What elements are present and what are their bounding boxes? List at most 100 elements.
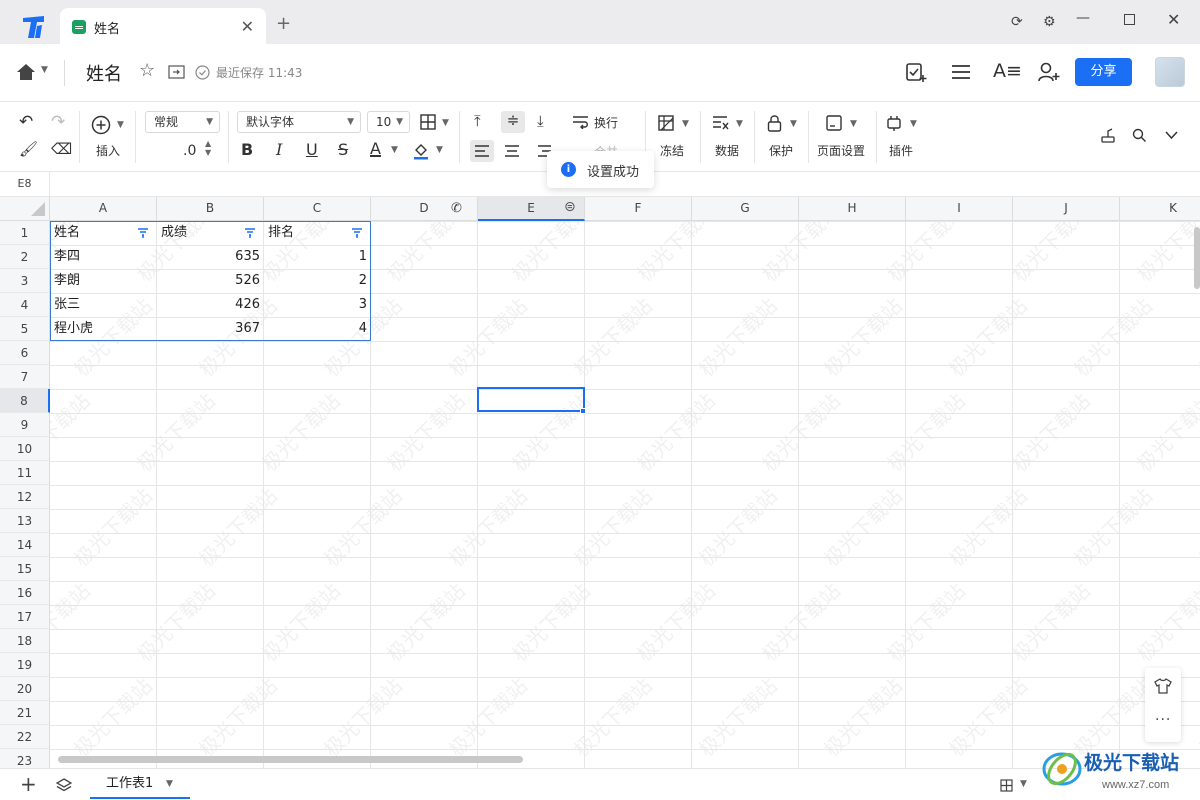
align-bottom-icon[interactable]: ⤓	[537, 112, 544, 130]
align-middle-icon[interactable]: ≑	[501, 111, 525, 133]
search-icon[interactable]	[1132, 128, 1147, 143]
insert-chevron-icon[interactable]: ▼	[117, 120, 124, 130]
wrap-text-label[interactable]: 换行	[594, 114, 618, 131]
column-header-i[interactable]: I	[906, 197, 1013, 221]
clear-format-icon[interactable]: ⌫	[51, 140, 72, 158]
insert-icon[interactable]	[91, 115, 111, 135]
row-header-18[interactable]: 18	[0, 629, 50, 653]
protect-label[interactable]: 保护	[769, 142, 793, 159]
row-header-20[interactable]: 20	[0, 677, 50, 701]
row-header-22[interactable]: 22	[0, 725, 50, 749]
horizontal-scrollbar[interactable]	[58, 756, 523, 763]
row-header-12[interactable]: 12	[0, 485, 50, 509]
row-header-5[interactable]: 5	[0, 317, 50, 341]
font-color-button[interactable]: A	[370, 140, 381, 158]
column-header-g[interactable]: G	[692, 197, 799, 221]
row-header-23[interactable]: 23	[0, 749, 50, 768]
view-mode-icon[interactable]	[1000, 779, 1013, 792]
close-window-icon[interactable]: ✕	[1167, 12, 1180, 28]
collapse-toolbar-chevron-icon[interactable]	[1165, 131, 1178, 140]
page-setup-label[interactable]: 页面设置	[817, 142, 865, 159]
number-format-select[interactable]: 常规 ▼	[145, 111, 220, 133]
vertical-scrollbar[interactable]	[1194, 227, 1200, 289]
plugin-label[interactable]: 插件	[889, 142, 913, 159]
font-size-select[interactable]: 10 ▼	[367, 111, 410, 133]
row-header-15[interactable]: 15	[0, 557, 50, 581]
row-header-19[interactable]: 19	[0, 653, 50, 677]
data-chevron-icon[interactable]: ▼	[736, 119, 743, 129]
row-header-17[interactable]: 17	[0, 605, 50, 629]
new-tab-button[interactable]: +	[276, 15, 291, 33]
decimal-stepper-icon[interactable]: ▲ ▼	[205, 139, 211, 157]
plugin-chevron-icon[interactable]: ▼	[910, 119, 917, 129]
row-header-7[interactable]: 7	[0, 365, 50, 389]
table-cell[interactable]: 程小虎	[50, 317, 157, 341]
add-collaborator-icon[interactable]	[1038, 61, 1060, 83]
row-header-13[interactable]: 13	[0, 509, 50, 533]
avatar[interactable]	[1155, 57, 1185, 87]
page-setup-icon[interactable]	[826, 115, 842, 131]
maximize-icon[interactable]	[1124, 14, 1135, 25]
row-header-14[interactable]: 14	[0, 533, 50, 557]
row-header-6[interactable]: 6	[0, 341, 50, 365]
row-header-21[interactable]: 21	[0, 701, 50, 725]
table-cell[interactable]: 2	[264, 269, 371, 293]
spreadsheet-grid[interactable]: 极光下载站 极光下载站 极光下载站 极光下载站 极光下载站 极光下载站 极光下载站 极光下载站…	[0, 197, 1200, 768]
protect-chevron-icon[interactable]: ▼	[790, 119, 797, 129]
table-cell[interactable]: 李四	[50, 245, 157, 269]
filter-icon[interactable]	[137, 227, 149, 239]
freeze-icon[interactable]	[658, 115, 674, 131]
row-header-16[interactable]: 16	[0, 581, 50, 605]
fill-color-chevron-icon[interactable]: ▼	[436, 145, 443, 155]
column-header-a[interactable]: A	[50, 197, 157, 221]
row-header-2[interactable]: 2	[0, 245, 50, 269]
underline-button[interactable]: U	[306, 141, 318, 159]
home-menu-chevron-icon[interactable]: ▼	[41, 65, 48, 75]
data-icon[interactable]	[712, 115, 730, 131]
row-header-10[interactable]: 10	[0, 437, 50, 461]
data-label[interactable]: 数据	[715, 142, 739, 159]
plugin-icon[interactable]	[886, 115, 902, 131]
close-tab-icon[interactable]: ✕	[241, 17, 254, 36]
row-header-11[interactable]: 11	[0, 461, 50, 485]
text-format-icon[interactable]: A≡	[993, 60, 1022, 82]
row-header-4[interactable]: 4	[0, 293, 50, 317]
more-options-icon[interactable]: ···	[1155, 712, 1171, 728]
selected-cell[interactable]	[477, 387, 585, 412]
font-color-chevron-icon[interactable]: ▼	[391, 145, 398, 155]
app-logo-icon[interactable]	[20, 14, 48, 40]
row-header-8[interactable]: 8	[0, 389, 50, 413]
table-cell[interactable]: 526	[157, 269, 264, 293]
align-left-icon[interactable]	[470, 140, 494, 162]
cell-reference-box[interactable]: E8	[0, 172, 50, 196]
table-cell[interactable]: 李朗	[50, 269, 157, 293]
table-cell[interactable]: 635	[157, 245, 264, 269]
lock-icon[interactable]	[767, 114, 782, 132]
sheet-tab[interactable]: 工作表1 ▼	[90, 769, 190, 799]
freeze-label[interactable]: 冻结	[660, 142, 684, 159]
share-button[interactable]: 分享	[1075, 58, 1132, 86]
sheet-tab-chevron-icon[interactable]: ▼	[166, 769, 173, 799]
column-header-d[interactable]: D	[371, 197, 478, 221]
table-cell[interactable]: 367	[157, 317, 264, 341]
column-header-c[interactable]: C	[264, 197, 371, 221]
add-sheet-icon[interactable]: +	[20, 772, 37, 796]
table-cell[interactable]: 张三	[50, 293, 157, 317]
sync-icon[interactable]: ⟳	[1011, 14, 1023, 30]
table-cell[interactable]: 1	[264, 245, 371, 269]
move-to-folder-icon[interactable]	[168, 65, 185, 79]
column-header-j[interactable]: J	[1013, 197, 1120, 221]
wrap-text-icon[interactable]	[572, 115, 590, 129]
filter-icon[interactable]	[351, 227, 363, 239]
column-header-h[interactable]: H	[799, 197, 906, 221]
insert-label[interactable]: 插入	[96, 142, 120, 159]
table-cell[interactable]: 426	[157, 293, 264, 317]
redo-icon[interactable]: ↷	[51, 113, 65, 131]
undo-icon[interactable]: ↶	[19, 113, 33, 131]
todo-add-icon[interactable]	[905, 61, 927, 83]
filter-icon[interactable]	[244, 227, 256, 239]
format-painter-icon[interactable]: 🖌	[19, 140, 38, 158]
view-mode-chevron-icon[interactable]: ▼	[1020, 779, 1027, 789]
sheet-list-icon[interactable]	[56, 778, 72, 792]
freeze-chevron-icon[interactable]: ▼	[682, 119, 689, 129]
